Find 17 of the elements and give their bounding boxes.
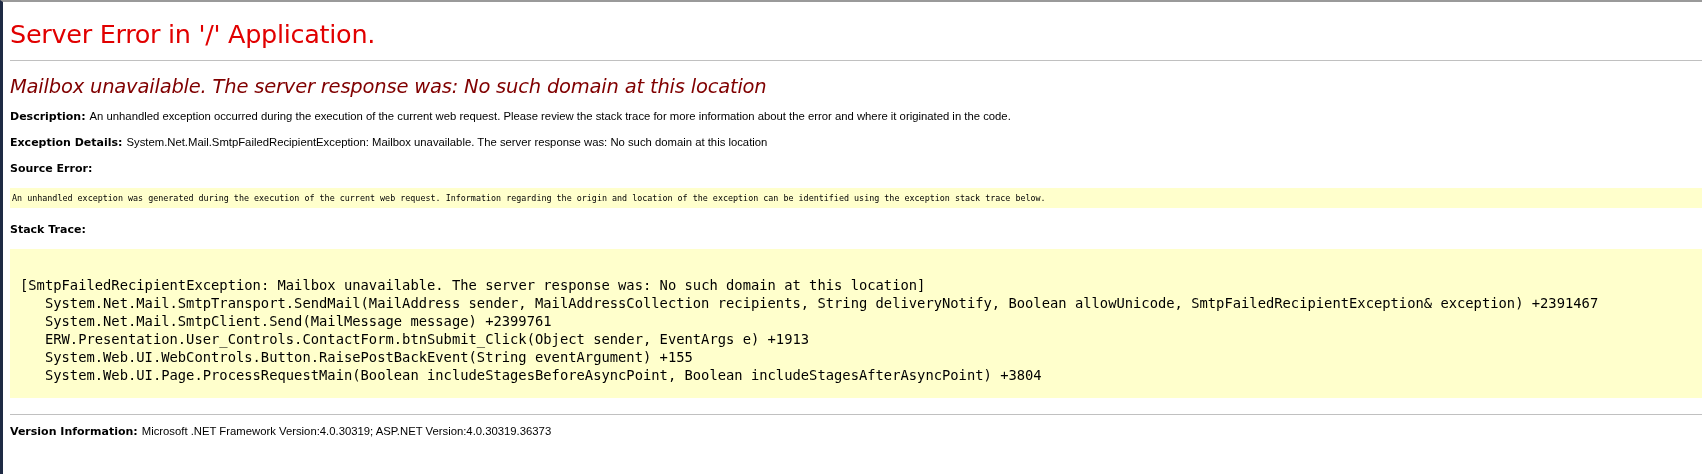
stack-trace-line: System.Net.Mail.SmtpClient.Send(MailMessage message) +2399761 bbox=[43, 312, 553, 330]
field-value: System.Net.Mail.SmtpFailedRecipientException: Mailbox unavailable. The server response was: No such domain at this location bbox=[126, 136, 768, 148]
error-message: Mailbox unavailable. The server response was: No such domain at this location bbox=[10, 75, 768, 98]
source-error-text: An unhandled exception was generated during the execution of the current web request. Information regarding the origin and location of the exception can be identified using the exception stack trace below. bbox=[10, 188, 1702, 208]
field-label: Stack Trace: bbox=[10, 223, 86, 236]
stack-trace-line: System.Web.UI.Page.ProcessRequestMain(Boolean includeStagesBeforeAsyncPoint, Boolean includeStagesAfterAsyncPoint) +3804 bbox=[43, 366, 1043, 384]
stack-trace-line: System.Net.Mail.SmtpTransport.SendMail(MailAddress sender, MailAddressCollection recipients, String deliveryNotify, Boolean allowUnicode, SmtpFailedRecipientException& exception) +2391467 bbox=[43, 294, 1600, 312]
field-label: Description: bbox=[10, 110, 86, 123]
field-value: An unhandled exception occurred during the execution of the current web request. Please review the stack trace for more information about the error and where it originated in the code. bbox=[89, 110, 1011, 122]
version-text: Microsoft .NET Framework Version:4.0.30319; ASP.NET Version:4.0.30319.36373 bbox=[141, 425, 552, 437]
field-label: Source Error: bbox=[10, 162, 93, 175]
stack-trace-line: ERW.Presentation.User_Controls.ContactForm.btnSubmit_Click(Object sender, EventArgs e) +1913 bbox=[43, 330, 811, 348]
field-label: Version Information: bbox=[10, 425, 138, 438]
stack-trace-line: [SmtpFailedRecipientException: Mailbox unavailable. The server response was: No such domain at this location] bbox=[20, 276, 927, 294]
stack-trace-line: System.Web.UI.WebControls.Button.RaisePostBackEvent(String eventArgument) +155 bbox=[43, 348, 694, 366]
page-title: Server Error in '/' Application. bbox=[10, 18, 377, 51]
field-label: Exception Details: bbox=[10, 136, 123, 149]
